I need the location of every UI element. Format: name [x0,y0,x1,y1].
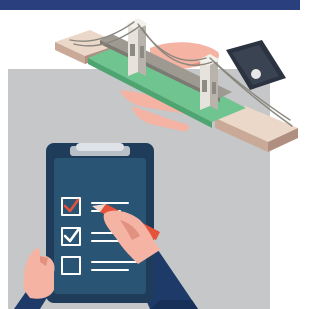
clipboard-illustration [14,143,198,309]
illustration-scene [0,0,300,309]
